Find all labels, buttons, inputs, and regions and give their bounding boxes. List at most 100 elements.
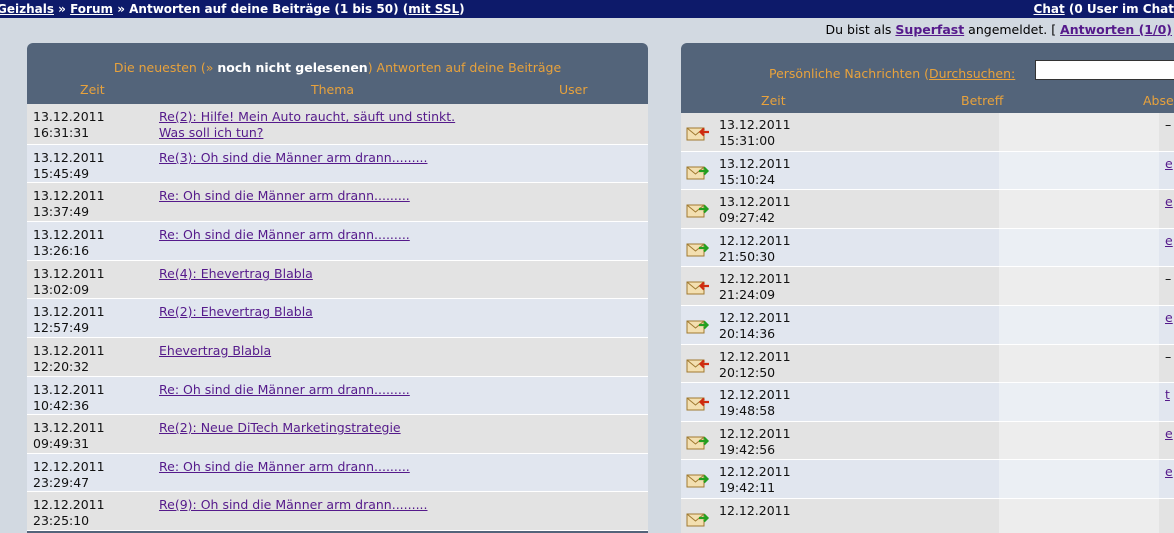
row-subject: Re: Oh sind die Männer arm drann........… bbox=[159, 382, 589, 398]
sender-link[interactable]: e bbox=[1165, 464, 1173, 480]
sender-cell: – bbox=[1165, 271, 1172, 287]
redacted-area bbox=[999, 190, 1159, 228]
thread-link[interactable]: Ehevertrag Blabla bbox=[159, 343, 271, 358]
timestamp: 12.12.2011 19:42:11 bbox=[719, 464, 791, 496]
thread-link[interactable]: Re: Oh sind die Männer arm drann........… bbox=[159, 188, 410, 203]
envelope-outgoing-icon bbox=[686, 125, 710, 141]
redacted-area bbox=[999, 267, 1159, 305]
timestamp: 13.12.2011 12:20:32 bbox=[33, 343, 105, 375]
table-row: 13.12.2011 13:26:16 Re: Oh sind die Männer… bbox=[27, 222, 648, 261]
redacted-area bbox=[999, 113, 1159, 151]
sender-link[interactable]: e bbox=[1165, 310, 1173, 326]
message-row: 12.12.2011 19:42:11 e bbox=[681, 460, 1174, 499]
title-text-end: ) Antworten auf deine Beiträge bbox=[367, 60, 562, 75]
row-time: 15:45:49 bbox=[33, 166, 90, 181]
row-date: 13.12.2011 bbox=[719, 117, 791, 132]
row-subject: Re: Oh sind die Männer arm drann........… bbox=[159, 459, 589, 475]
thread-link[interactable]: Re: Oh sind die Männer arm drann........… bbox=[159, 382, 410, 397]
thread-link[interactable]: Re(2): Neue DiTech Marketingstrategie bbox=[159, 420, 401, 435]
row-subject: Re(2): Hilfe! Mein Auto raucht, säuft un… bbox=[159, 109, 589, 141]
sender-cell: – bbox=[1165, 348, 1172, 364]
breadcrumb-forum-link[interactable]: Forum bbox=[70, 2, 113, 16]
top-navigation-bar: Geizhals » Forum » Antworten auf deine B… bbox=[0, 0, 1174, 18]
thread-link[interactable]: Re: Oh sind die Männer arm drann........… bbox=[159, 227, 410, 242]
row-date: 13.12.2011 bbox=[33, 420, 105, 435]
message-row: 12.12.2011 21:24:09 – bbox=[681, 267, 1174, 306]
username-link[interactable]: Superfast bbox=[895, 22, 964, 37]
pm-search-input[interactable] bbox=[1035, 60, 1174, 80]
row-time: 12:57:49 bbox=[33, 320, 90, 335]
redacted-area bbox=[999, 344, 1159, 383]
row-time: 10:42:36 bbox=[33, 398, 90, 413]
envelope-incoming-icon bbox=[686, 164, 710, 180]
page-title: » Antworten auf deine Beiträge (1 bis 50… bbox=[113, 2, 409, 16]
sender-link[interactable]: e bbox=[1165, 233, 1173, 249]
sender-link[interactable]: e bbox=[1165, 426, 1173, 442]
thread-link[interactable]: Re(2): Hilfe! Mein Auto raucht, säuft un… bbox=[159, 109, 455, 124]
table-row: 13.12.2011 13:02:09 Re(4): Ehevertrag Blab… bbox=[27, 261, 648, 299]
chat-user-count: (0 User im Chat bbox=[1064, 2, 1174, 16]
replies-link[interactable]: Antworten (1/0) bbox=[1060, 22, 1172, 37]
row-date: 12.12.2011 bbox=[719, 425, 791, 441]
row-date: 13.12.2011 bbox=[33, 150, 105, 165]
thread-link[interactable]: Re(9): Oh sind die Männer arm drann.....… bbox=[159, 497, 428, 512]
breadcrumb-close-paren: ) bbox=[459, 2, 465, 16]
row-date: 13.12.2011 bbox=[33, 382, 105, 397]
sender-link[interactable]: e bbox=[1165, 194, 1173, 210]
redacted-area bbox=[999, 383, 1159, 421]
message-row: 12.12.2011 20:14:36 e bbox=[681, 305, 1174, 345]
timestamp: 13.12.2011 09:49:31 bbox=[33, 420, 105, 452]
search-link[interactable]: Durchsuchen: bbox=[929, 66, 1015, 81]
redacted-area bbox=[999, 305, 1159, 344]
thread-link[interactable]: Re: Oh sind die Männer arm drann........… bbox=[159, 459, 410, 474]
row-date: 12.12.2011 bbox=[719, 309, 791, 325]
timestamp: 12.12.2011 19:42:56 bbox=[719, 426, 791, 458]
row-date: 13.12.2011 bbox=[33, 266, 105, 281]
envelope-outgoing-icon bbox=[686, 357, 710, 373]
message-row: 12.12.2011 21:50:30 e bbox=[681, 228, 1174, 268]
breadcrumb-geizhals-link[interactable]: Geizhals bbox=[0, 2, 54, 16]
timestamp: 12.12.2011 20:14:36 bbox=[719, 310, 791, 342]
row-date: 13.12.2011 bbox=[33, 188, 105, 203]
row-date: 13.12.2011 bbox=[719, 194, 791, 210]
thread-link[interactable]: Re(2): Ehevertrag Blabla bbox=[159, 304, 313, 319]
thread-link-continuation[interactable]: Was soll ich tun? bbox=[159, 125, 263, 140]
column-header-topic: Thema bbox=[311, 82, 355, 97]
row-date: 13.12.2011 bbox=[33, 343, 105, 358]
envelope-incoming-icon bbox=[686, 511, 710, 527]
replies-panel-header: Die neuesten (» noch nicht gelesenen) An… bbox=[27, 43, 648, 104]
row-time: 21:24:09 bbox=[719, 287, 776, 303]
row-time: 09:49:31 bbox=[33, 436, 90, 451]
timestamp: 13.12.2011 09:27:42 bbox=[719, 194, 791, 226]
row-date: 12.12.2011 bbox=[719, 464, 791, 480]
row-date: 12.12.2011 bbox=[719, 271, 791, 287]
chat-link[interactable]: Chat bbox=[1034, 2, 1065, 16]
sender-link[interactable]: t bbox=[1165, 387, 1170, 403]
row-subject: Re(9): Oh sind die Männer arm drann.....… bbox=[159, 497, 589, 513]
table-row: 12.12.2011 23:29:47 Re: Oh sind die Männer… bbox=[27, 454, 648, 492]
row-time: 13:26:16 bbox=[33, 243, 90, 258]
row-date: 13.12.2011 bbox=[33, 227, 105, 242]
timestamp: 12.12.2011 19:48:58 bbox=[719, 387, 791, 419]
column-header-user: User bbox=[559, 82, 588, 97]
row-subject: Re: Oh sind die Männer arm drann........… bbox=[159, 188, 589, 204]
row-date: 13.12.2011 bbox=[33, 304, 105, 319]
timestamp: 13.12.2011 15:45:49 bbox=[33, 150, 105, 182]
timestamp: 13.12.2011 13:37:49 bbox=[33, 188, 105, 220]
row-time: 23:29:47 bbox=[33, 475, 90, 490]
row-date: 12.12.2011 bbox=[719, 387, 791, 403]
row-subject: Ehevertrag Blabla bbox=[159, 343, 589, 359]
row-time: 19:42:11 bbox=[719, 480, 776, 496]
message-row: 12.12.2011 bbox=[681, 498, 1174, 533]
table-row: 13.12.2011 15:45:49 Re(3): Oh sind die Män… bbox=[27, 145, 648, 183]
ssl-link[interactable]: mit SSL bbox=[408, 2, 459, 16]
message-row: 12.12.2011 20:12:50 – bbox=[681, 344, 1174, 384]
breadcrumb-separator: » bbox=[53, 2, 71, 16]
sender-link[interactable]: e bbox=[1165, 156, 1173, 172]
unread-filter-label[interactable]: noch nicht gelesenen bbox=[217, 60, 367, 75]
thread-link[interactable]: Re(3): Oh sind die Männer arm drann.....… bbox=[159, 150, 428, 165]
timestamp: 12.12.2011 23:29:47 bbox=[33, 459, 105, 491]
thread-link[interactable]: Re(4): Ehevertrag Blabla bbox=[159, 266, 313, 281]
pm-title-text: Persönliche Nachrichten ( bbox=[769, 66, 929, 81]
row-time: 23:25:10 bbox=[33, 513, 90, 528]
